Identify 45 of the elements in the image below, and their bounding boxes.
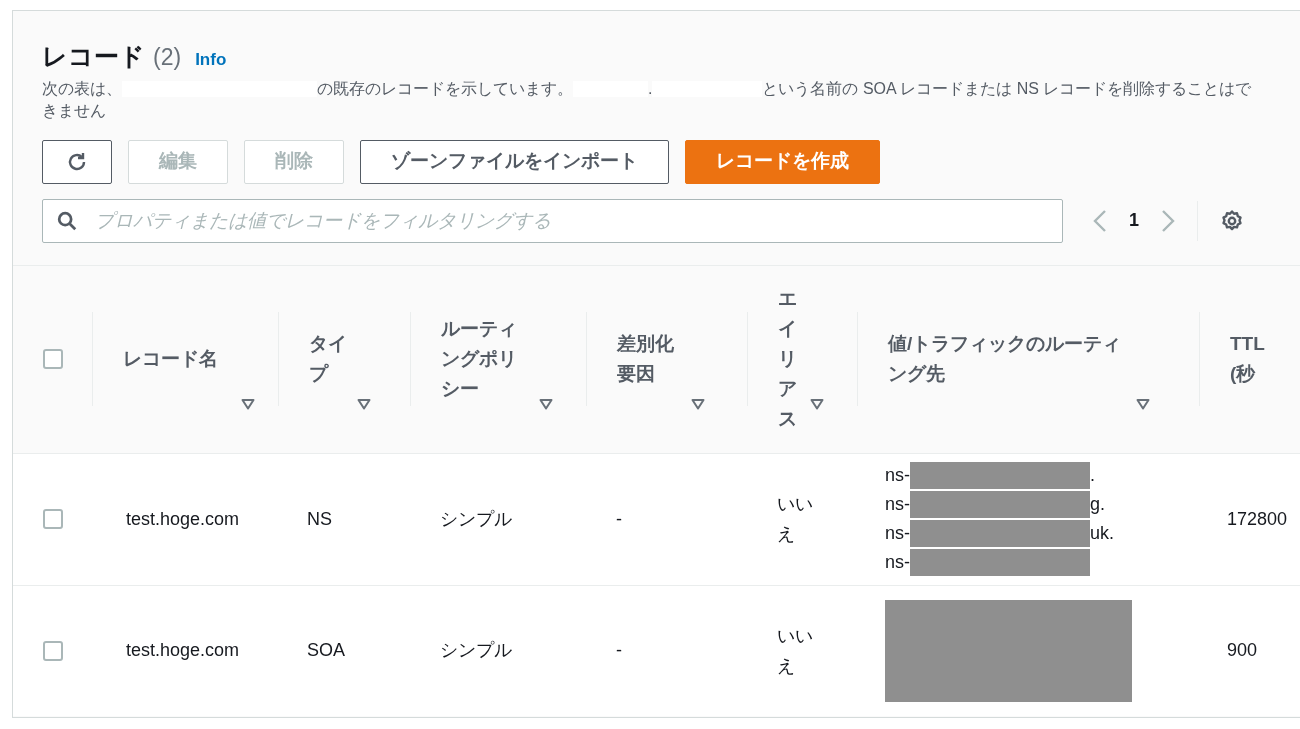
checkbox[interactable] xyxy=(42,509,63,529)
sort-caret-icon[interactable] xyxy=(357,398,371,410)
record-value: . xyxy=(1090,464,1096,487)
sort-caret-icon[interactable] xyxy=(810,398,824,410)
ttl-value: 900 xyxy=(1227,640,1258,660)
column-header[interactable]: レコード名 xyxy=(123,344,233,374)
record-type: SOA xyxy=(307,640,345,660)
differentiator: - xyxy=(616,640,622,660)
search-icon xyxy=(56,209,78,232)
action-button[interactable]: ゾーンファイルをインポート xyxy=(360,139,669,184)
record-type: NS xyxy=(307,508,332,529)
column-header[interactable]: タイプ xyxy=(309,329,349,389)
column-header[interactable]: TTL (秒 xyxy=(1230,329,1295,389)
sort-caret-icon[interactable] xyxy=(691,398,705,410)
description-text: 次の表は、 の既存のレコードを示しています。 . という名前の SOA レコードまたは NS レコードを削除することはできません xyxy=(42,78,1253,121)
section-title: レコード xyxy=(42,41,145,72)
record-value: ns- xyxy=(885,522,910,545)
alias-value: いいえ xyxy=(777,493,814,546)
sort-caret-icon[interactable] xyxy=(1136,398,1150,410)
checkbox[interactable] xyxy=(42,349,63,369)
differentiator: - xyxy=(616,508,622,529)
record-value: ns- xyxy=(885,551,910,574)
routing-policy: シンプル xyxy=(440,508,512,529)
ttl-value: 172800 xyxy=(1227,508,1288,529)
record-count: (2) xyxy=(153,43,182,72)
sort-caret-icon[interactable] xyxy=(241,398,255,410)
record-value: g. xyxy=(1090,493,1106,516)
settings-icon[interactable] xyxy=(1220,208,1244,233)
record-name: test.hoge.com xyxy=(126,508,240,529)
info-link[interactable]: Info xyxy=(195,47,227,73)
record-value: ns- xyxy=(885,493,910,516)
column-header[interactable]: エイリアス xyxy=(778,284,802,434)
refresh-button[interactable] xyxy=(42,139,112,184)
alias-value: いいえ xyxy=(777,624,814,678)
column-header[interactable]: 値/トラフィックのルーティング先 xyxy=(888,329,1128,389)
record-value: ns- xyxy=(885,464,910,487)
column-header[interactable]: ルーティングポリシー xyxy=(441,314,531,404)
routing-policy: シンプル xyxy=(440,640,512,660)
checkbox[interactable] xyxy=(42,640,63,661)
record-value: uk. xyxy=(1090,522,1115,545)
record-name: test.hoge.com xyxy=(126,640,240,660)
column-header[interactable]: 差別化要因 xyxy=(617,329,683,389)
sort-caret-icon[interactable] xyxy=(539,398,553,410)
page-number[interactable]: 1 xyxy=(1129,207,1139,234)
filter-field[interactable]: プロパティまたは値でレコードをフィルタリングする xyxy=(42,198,1063,243)
